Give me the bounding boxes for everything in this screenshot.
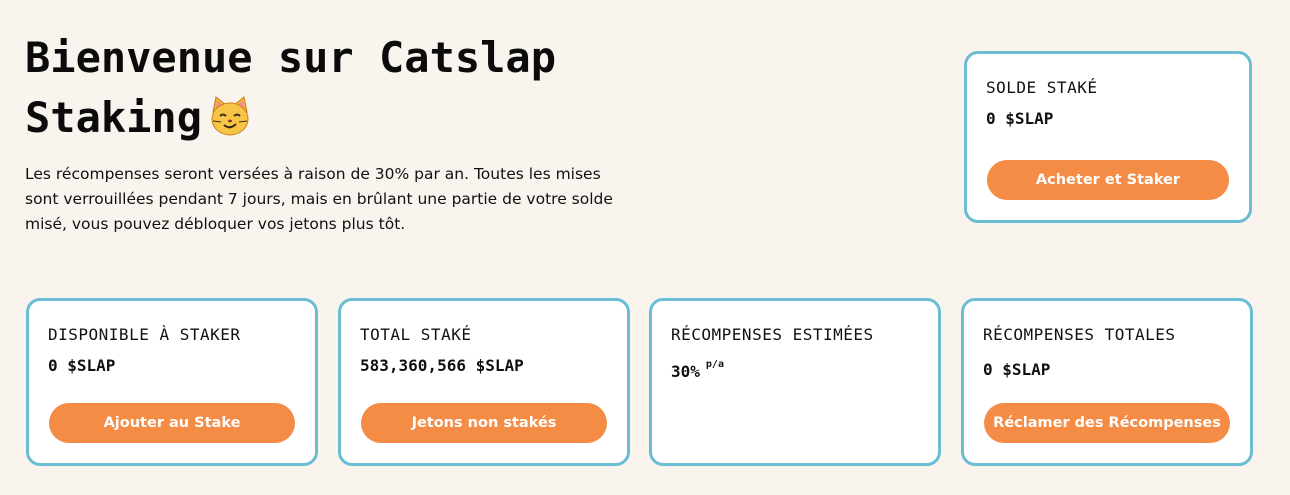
total-staked-card: TOTAL STAKÉ 583,360,566 $SLAP Jetons non… xyxy=(338,298,630,466)
hero-description: Les récompenses seront versées à raison … xyxy=(25,165,613,233)
estimated-rewards-rate: 30% xyxy=(671,362,700,381)
total-rewards-value: 0 $SLAP xyxy=(983,360,1051,379)
cat-face-icon xyxy=(208,94,252,138)
total-rewards-label: RÉCOMPENSES TOTALES xyxy=(983,325,1176,344)
available-to-stake-card: DISPONIBLE À STAKER 0 $SLAP Ajouter au S… xyxy=(26,298,318,466)
staking-page: Bienvenue sur Catslap Staking Les récomp… xyxy=(0,0,1290,495)
total-staked-value: 583,360,566 $SLAP xyxy=(360,356,524,375)
total-rewards-card: RÉCOMPENSES TOTALES 0 $SLAP Réclamer des… xyxy=(961,298,1253,466)
unstake-tokens-button[interactable]: Jetons non stakés xyxy=(361,403,607,443)
staked-balance-label: SOLDE STAKÉ xyxy=(986,78,1098,97)
page-title-text: Bienvenue sur Catslap Staking xyxy=(25,33,557,142)
estimated-rewards-label: RÉCOMPENSES ESTIMÉES xyxy=(671,325,874,344)
staked-balance-value: 0 $SLAP xyxy=(986,109,1054,128)
buy-and-stake-button[interactable]: Acheter et Staker xyxy=(987,160,1229,200)
available-label: DISPONIBLE À STAKER xyxy=(48,325,241,344)
per-annum-suffix: p/a xyxy=(705,359,724,370)
claim-rewards-button[interactable]: Réclamer des Récompenses xyxy=(984,403,1230,443)
add-to-stake-button[interactable]: Ajouter au Stake xyxy=(49,403,295,443)
page-title: Bienvenue sur Catslap Staking xyxy=(25,28,645,148)
total-staked-label: TOTAL STAKÉ xyxy=(360,325,472,344)
estimated-rewards-card: RÉCOMPENSES ESTIMÉES 30% p/a xyxy=(649,298,941,466)
estimated-rewards-value: 30% p/a xyxy=(671,359,724,381)
available-value: 0 $SLAP xyxy=(48,356,116,375)
hero-section: Bienvenue sur Catslap Staking Les récomp… xyxy=(25,28,645,237)
staked-balance-card: SOLDE STAKÉ 0 $SLAP Acheter et Staker xyxy=(964,51,1252,223)
